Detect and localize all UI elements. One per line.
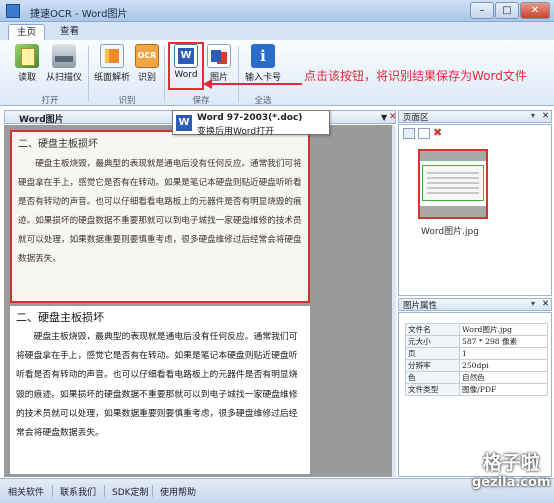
close-properties-panel-icon[interactable]: ✕ — [542, 299, 549, 309]
tab-view[interactable]: 查看 — [52, 24, 87, 40]
from-scanner-label: 从扫描仪 — [45, 73, 82, 83]
app-logo-icon — [6, 4, 20, 18]
pages-panel-title: 页面区 — [403, 113, 429, 123]
dropdown-arrow-icon[interactable]: ▼ — [381, 113, 387, 122]
image-icon — [207, 44, 231, 68]
property-row: 页1 — [405, 347, 548, 360]
maximize-button[interactable]: □ — [495, 2, 519, 19]
tooltip-title: Word 97-2003(*.doc) — [197, 113, 303, 123]
enter-card-number-button[interactable]: i 输入卡号 — [242, 44, 284, 83]
scanner-icon — [52, 44, 76, 68]
close-button[interactable]: ✕ — [520, 2, 550, 19]
layout-parse-button[interactable]: 纸面解析 — [92, 44, 132, 83]
property-value: Word图片.jpg — [459, 323, 548, 336]
property-row: 分辨率 250dpi — [405, 359, 548, 372]
result-heading: 二、硬盘主板损坏 — [16, 311, 104, 324]
result-paragraph: 硬盘主板烧毁，最典型的表现就是通电后没有任何反应。通常我们可将硬盘拿在手上，感觉… — [16, 332, 298, 439]
group-open-label: 打开 — [41, 96, 59, 106]
sdk-custom-link[interactable]: SDK定制 — [112, 485, 149, 498]
from-scanner-button[interactable]: 从扫描仪 — [44, 44, 84, 83]
status-separator — [152, 485, 153, 497]
delete-page-icon[interactable]: ✖ — [433, 127, 445, 139]
property-key: 元大小 — [405, 335, 460, 348]
watermark: 格子啦 gezila.com — [472, 448, 551, 490]
property-row: 文件名 Word图片.jpg — [405, 323, 548, 336]
read-icon — [15, 44, 39, 68]
ribbon-separator — [88, 46, 89, 102]
watermark-logo-text: 格子啦 — [482, 452, 540, 474]
word-icon: W — [176, 115, 192, 131]
ocr-icon: OCR — [135, 44, 159, 68]
watermark-url: gezila.com — [472, 475, 551, 490]
ribbon-tabs: 主页 查看 — [0, 22, 554, 40]
word-format-tooltip[interactable]: W Word 97-2003(*.doc) 变换后用Word打开 — [172, 110, 330, 137]
property-key: 分辨率 — [405, 359, 460, 372]
window-title: 捷速OCR - Word图片 — [30, 9, 128, 20]
document-view[interactable]: 二、硬盘主板损坏 硬盘主板烧毁，最典型的表现就是通电后没有任何反应。通常我们可将… — [4, 125, 392, 477]
property-row: 元大小 587 * 298 像素 — [405, 335, 548, 348]
property-value: 自然色 — [459, 371, 548, 384]
pages-panel-header: 页面区 ▾ ✕ — [398, 110, 552, 123]
layout-icon — [100, 44, 124, 68]
ribbon-separator — [238, 46, 239, 102]
property-row: 文件类型 图像/PDF — [405, 383, 548, 396]
contact-us-link[interactable]: 联系我们 — [60, 485, 96, 498]
page-thumbnail-label: Word图片.jpg — [421, 227, 479, 237]
group-save-label: 保存 — [192, 96, 210, 106]
tooltip-subtitle: 变换后用Word打开 — [197, 127, 275, 137]
property-key: 文件名 — [405, 323, 460, 336]
annotation-text: 点击该按钮，将识别结果保存为Word文件 — [304, 69, 527, 83]
enter-card-number-label: 输入卡号 — [244, 73, 281, 83]
minimize-button[interactable]: – — [470, 2, 494, 19]
help-link[interactable]: 使用帮助 — [160, 485, 196, 498]
group-select-all-label: 全选 — [254, 96, 272, 106]
ribbon-separator — [164, 46, 165, 102]
page-thumbnail[interactable] — [418, 149, 488, 219]
save-image-button[interactable]: 图片 — [206, 44, 232, 83]
document-tab-title[interactable]: Word图片 — [19, 112, 64, 125]
info-icon: i — [251, 44, 275, 68]
word-button-highlight — [168, 42, 204, 90]
recognize-button[interactable]: OCR 识别 — [134, 44, 160, 83]
property-value: 1 — [459, 347, 548, 360]
close-document-icon[interactable]: ✕ — [389, 112, 397, 122]
read-button[interactable]: 读取 — [12, 44, 42, 83]
read-button-label: 读取 — [17, 73, 36, 83]
source-heading: 二、硬盘主板损坏 — [18, 139, 98, 150]
annotation-arrow — [206, 83, 302, 85]
annotation-arrow-head — [203, 79, 212, 89]
status-bar: 相关软件 联系我们 SDK定制 使用帮助 — [0, 478, 554, 503]
status-separator — [104, 485, 105, 497]
close-pages-panel-icon[interactable]: ✕ — [542, 111, 549, 121]
pin-icon[interactable]: ▾ — [531, 299, 535, 308]
property-value: 图像/PDF — [459, 383, 548, 396]
layout-parse-label: 纸面解析 — [93, 73, 130, 83]
source-image-page: 二、硬盘主板损坏 硬盘主板烧毁，最典型的表现就是通电后没有任何反应。通常我们可将… — [10, 130, 310, 303]
pin-icon[interactable]: ▾ — [531, 111, 535, 120]
add-page-icon[interactable] — [403, 128, 415, 139]
property-key: 页 — [405, 347, 460, 360]
related-software-link[interactable]: 相关软件 — [8, 485, 44, 498]
properties-panel-header: 图片属性 ▾ ✕ — [398, 298, 552, 311]
page-view-icon[interactable] — [418, 128, 430, 139]
pages-panel: ✖ Word图片.jpg — [398, 124, 552, 296]
recognized-text-page[interactable]: 二、硬盘主板损坏 硬盘主板烧毁，最典型的表现就是通电后没有任何反应。通常我们可将… — [10, 306, 310, 474]
property-key: 文件类型 — [405, 383, 460, 396]
source-paragraph: 硬盘主板烧毁，最典型的表现就是通电后没有任何反应。通常我们可将硬盘拿在手上，感觉… — [18, 159, 302, 264]
property-value: 250dpi — [459, 359, 548, 372]
properties-panel-title: 图片属性 — [403, 301, 438, 311]
properties-table: 文件名 Word图片.jpg 元大小 587 * 298 像素 页1 分辨率 250d… — [405, 323, 548, 396]
group-recognize-label: 识别 — [118, 96, 136, 106]
tab-home[interactable]: 主页 — [8, 24, 46, 40]
title-bar: 捷速OCR - Word图片 – □ ✕ — [0, 0, 554, 22]
property-row: 色自然色 — [405, 371, 548, 384]
panel-splitter[interactable] — [392, 125, 396, 477]
property-key: 色 — [405, 371, 460, 384]
status-separator — [52, 485, 53, 497]
recognize-label: 识别 — [137, 73, 156, 83]
property-value: 587 * 298 像素 — [459, 335, 548, 348]
save-image-label: 图片 — [209, 73, 228, 83]
